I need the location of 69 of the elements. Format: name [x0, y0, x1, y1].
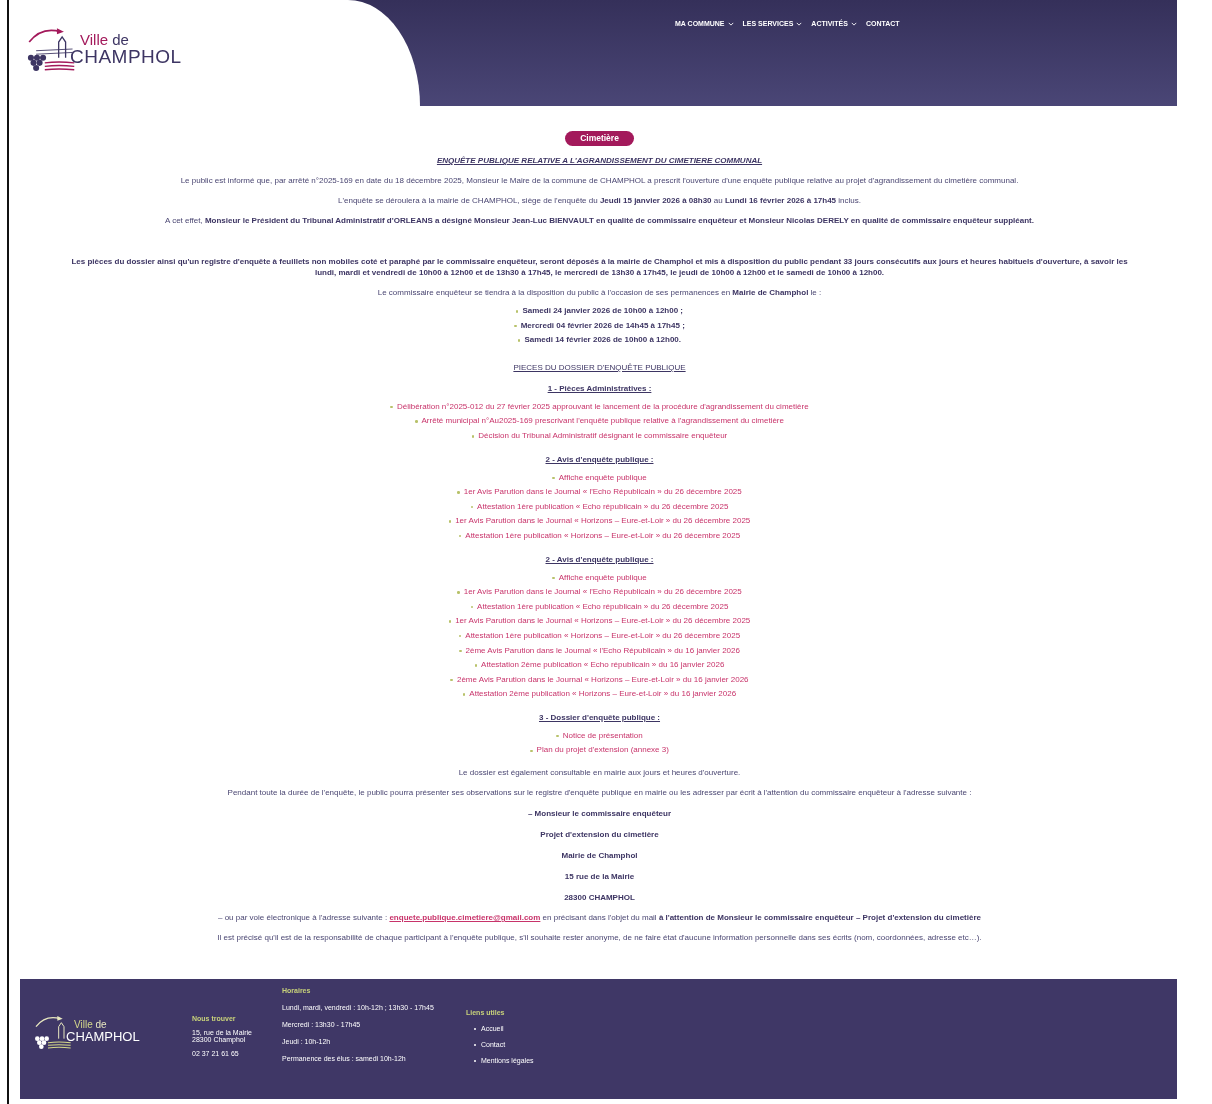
document-link[interactable]: Attestation 2ème publication « Horizons – Eure-et-Loir » du 16 janvier 2026: [469, 687, 737, 702]
category-badge[interactable]: Cimetière: [565, 131, 634, 146]
address-line: 15 rue de la Mairie: [564, 871, 635, 883]
paragraph: Le dossier est également consultable en mairie aux jours et heures d'ouverture.: [458, 767, 741, 779]
bullet-icon: [415, 420, 418, 423]
chevron-down-icon: [850, 21, 857, 26]
schedule-item: Samedi 24 janvier 2026 de 10h00 à 12h00 ;: [522, 305, 683, 317]
address-line: – Monsieur le commissaire enquêteur: [527, 808, 672, 820]
section-subheading: 2 - Avis d'enquête publique :: [545, 453, 654, 465]
document-link[interactable]: 1er Avis Parution dans le Journal « Horizons – Eure-et-Loir » du 26 décembre 2025: [455, 614, 751, 629]
document-link[interactable]: Affiche enquête publique: [558, 570, 647, 586]
section-subheading: 1 - Pièces Administratives :: [547, 382, 652, 394]
bullet-icon: [459, 649, 462, 653]
bullet-icon: [471, 435, 475, 438]
document-link[interactable]: 1er Avis Parution dans le Journal « l'Echo Républicain » du 26 décembre 2025: [463, 485, 742, 500]
document-link[interactable]: Arrêté municipal n°Au2025-169 prescrivant l'enquête publique relative à l'agrandissement du cimetière: [421, 414, 784, 429]
logo-ville-text: Ville de: [73, 1020, 108, 1031]
document-link[interactable]: Attestation 1ère publication « Horizons – Eure-et-Loir » du 26 décembre 2025: [465, 528, 741, 544]
bullet-icon: [517, 339, 521, 342]
paragraph: Il est précisé qu'il est de la responsabilité de chaque participant à l'enquête publique, s'il souhaite rester anonyme, de ne faire état d'aucune information personnelle dans ses écrits (nom, coordonnées, adresse etc…).: [217, 932, 982, 944]
document-link[interactable]: Plan du projet d'extension (annexe 3): [536, 743, 669, 759]
paragraph: L'enquête se déroulera à la mairie de CHAMPHOL, siège de l'enquête du Jeudi 15 janvier 2026 à 08h30 au Lundi 16 février 2026 à 17h45 inclus.: [338, 195, 861, 206]
document-link[interactable]: Attestation 1ère publication « Horizons – Eure-et-Loir » du 26 décembre 2025: [465, 628, 741, 644]
bullet-icon: [457, 491, 460, 494]
document-link[interactable]: Attestation 2ème publication « Echo républicain » du 16 janvier 2026: [481, 658, 725, 673]
bullet-icon: [514, 324, 517, 328]
bullet-icon: [515, 310, 519, 313]
paragraph: Les pièces du dossier ainsi qu'un registre d'enquête à feuillets non mobiles coté et paraphé par le commissaire enquêteur, seront déposés à la mairie de Champhol et mis à disposition du public pendant 33 jours consécutifs aux jours et heures habituels d'ouverture, à savoir les lundi, mardi et vendredi de 10h00 à 12h00 et de 13h30 à 17h45, le mercredi de 13h30 à 17h45, le jeudi de 10h00 à 12h00 et le samedi de 10h00 à 12h00.: [70, 256, 1129, 278]
address-line: Mairie de Champhol: [561, 850, 638, 862]
section-subheading: 2 - Avis d'enquête publique :: [545, 553, 654, 565]
paragraph: Le commissaire enquêteur se tiendra à la disposition du public à l'occasion de ses permanences en Mairie de Champhol le :: [377, 287, 822, 298]
address-line: Projet d'extension du cimetière: [540, 829, 659, 841]
document-link[interactable]: 2ème Avis Parution dans le Journal « l'Echo Républicain » du 16 janvier 2026: [465, 643, 740, 659]
document-link[interactable]: Attestation 1ère publication « Echo républicain » du 26 décembre 2025: [477, 499, 729, 515]
document-link[interactable]: 2ème Avis Parution dans le Journal « Horizons – Eure-et-Loir » du 16 janvier 2026: [456, 672, 749, 688]
paragraph: Pendant toute la durée de l'enquête, le public pourra présenter ses observations sur le registre d'enquête publique en mairie ou les adresser par écrit à l'attention du commissaire enquêteur à l'adresse suivante :: [227, 787, 972, 799]
paragraph: A cet effet, Monsieur le Président du Tribunal Administratif d'ORLEANS a désigné Monsieur Jean-Luc BIENVAULT en qualité de commissaire enquêteur et Monsieur Nicolas DERELY en qualité de commissaire enquêteur suppléant.: [165, 215, 1034, 226]
paragraph: – ou par voie électronique à l'adresse suivante : enquete.publique.cimetiere@gmail.com en précisant dans l'objet du mail à l'attention de Monsieur le commissaire enquêteur – Projet d'extension du cimetière: [218, 912, 981, 924]
paragraph: Le public est informé que, par arrêté n°2025-169 en date du 18 décembre 2025, Monsieur le Maire de la commune de CHAMPHOL a prescrit l'ouverture d'une enquête publique relative au projet d'agrandissement du cimetière communal.: [180, 175, 1019, 186]
bullet-icon: [390, 405, 393, 409]
address-line: 28300 CHAMPHOL: [564, 892, 635, 904]
article-title: ENQUÊTE PUBLIQUE RELATIVE A L'AGRANDISSEMENT DU CIMETIERE COMMUNAL: [436, 155, 763, 166]
logo-name-text: CHAMPHOL: [70, 46, 182, 67]
schedule-item: Mercredi 04 février 2026 de 14h45 à 17h45 ;: [520, 319, 685, 332]
bullet-icon: [462, 693, 466, 696]
bullet-icon: [457, 591, 460, 594]
logo-name-text: CHAMPHOL: [66, 1030, 140, 1045]
bullet-icon: [530, 749, 533, 752]
bullet-icon: [474, 664, 478, 667]
bullet-icon: [450, 678, 453, 682]
email-link[interactable]: enquete.publique.cimetiere@gmail.com: [389, 913, 541, 923]
bullet-icon: [552, 476, 555, 480]
logo-ville-text: Ville de: [79, 31, 130, 47]
section-title: PIECES DU DOSSIER D'ENQUÊTE PUBLIQUE: [513, 361, 686, 373]
bullet-icon: [552, 576, 555, 580]
document-link[interactable]: Affiche enquête publique: [558, 470, 647, 486]
schedule-item: Samedi 14 février 2026 de 10h00 à 12h00.: [524, 334, 681, 347]
bullet-icon: [556, 734, 559, 738]
document-link[interactable]: Attestation 1ère publication « Echo républicain » du 26 décembre 2025: [477, 599, 729, 615]
chevron-down-icon: [727, 21, 734, 26]
document-link[interactable]: Délibération n°2025-012 du 27 février 2025 approuvant le lancement de la procédure d'agrandissement du cimetière: [396, 399, 809, 415]
section-subheading: 3 - Dossier d'enquête publique :: [539, 711, 660, 723]
bullet-icon: [448, 620, 452, 623]
document-link[interactable]: Décision du Tribunal Administratif désignant le commissaire enquêteur: [478, 428, 728, 444]
document-link[interactable]: 1er Avis Parution dans le Journal « Horizons – Eure-et-Loir » du 26 décembre 2025: [455, 514, 751, 529]
chevron-down-icon: [796, 21, 803, 26]
document-link[interactable]: 1er Avis Parution dans le Journal « l'Echo Républicain » du 26 décembre 2025: [463, 585, 742, 600]
bullet-icon: [448, 520, 452, 523]
document-link[interactable]: Notice de présentation: [562, 728, 643, 744]
